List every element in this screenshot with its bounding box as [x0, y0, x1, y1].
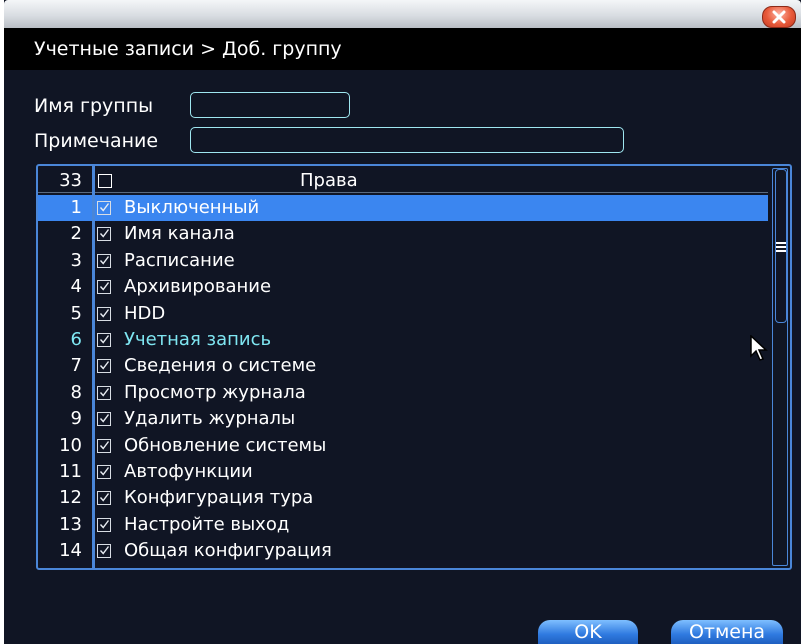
permission-row[interactable]: 2 Имя канала — [38, 221, 768, 247]
permission-row-number: 8 — [70, 381, 82, 403]
checkmark-icon — [99, 387, 110, 397]
permission-checkbox[interactable] — [97, 385, 111, 400]
permission-checkbox[interactable] — [97, 517, 111, 532]
permission-label: Выключенный — [124, 197, 260, 218]
permission-checkbox[interactable] — [97, 280, 111, 295]
permission-label: Удалить журналы — [124, 408, 296, 430]
permission-label: Просмотр журнала — [124, 381, 306, 403]
group-name-input[interactable] — [190, 92, 350, 118]
scrollbar-thumb[interactable] — [775, 169, 787, 323]
permission-row-number: 2 — [70, 223, 82, 245]
window-titlebar[interactable] — [4, 0, 801, 28]
permission-row[interactable]: 6 Учетная запись — [38, 327, 768, 353]
add-group-dialog: Учетные записи > Доб. группу Имя группы … — [4, 0, 801, 644]
permission-row-number: 13 — [59, 513, 82, 535]
close-button[interactable] — [762, 6, 796, 28]
permission-row[interactable]: 9 Удалить журналы — [38, 406, 768, 432]
permission-row[interactable]: 13 Настройте выход — [38, 512, 768, 538]
permission-row[interactable]: 5 HDD — [38, 301, 768, 327]
checkmark-icon — [99, 440, 110, 450]
permission-label: Архивирование — [124, 276, 272, 298]
close-icon — [772, 10, 786, 24]
permission-label: HDD — [124, 302, 166, 324]
permission-row[interactable]: 1 Выключенный — [38, 195, 768, 221]
checkmark-icon — [99, 546, 110, 555]
permission-row[interactable]: 11 Автофункции — [38, 459, 768, 485]
permission-checkbox[interactable] — [97, 544, 111, 559]
permission-row[interactable]: 10 Обновление системы — [38, 433, 768, 459]
permission-row-number: 5 — [70, 302, 82, 324]
permission-checkbox[interactable] — [97, 465, 111, 479]
permissions-count: 33 — [59, 170, 82, 191]
checkmark-icon — [99, 493, 110, 502]
permission-row-number: 6 — [70, 329, 82, 350]
checkmark-icon — [99, 282, 110, 291]
permission-checkbox[interactable] — [97, 359, 111, 374]
permission-label: Обновление системы — [124, 434, 327, 456]
permission-row-number: 12 — [59, 487, 82, 509]
column-divider — [92, 166, 95, 568]
permission-checkbox[interactable] — [97, 438, 111, 453]
dialog-header: Учетные записи > Доб. группу — [4, 28, 801, 70]
checkmark-icon — [99, 467, 110, 476]
permissions-list: 33 Права 1 Выключенный 2 Имя канала 3 Расписа… — [36, 164, 792, 570]
permission-label: Учетная запись — [124, 329, 272, 350]
permission-row[interactable]: 3 Расписание — [38, 248, 768, 274]
checkmark-icon — [99, 361, 110, 370]
checkmark-icon — [99, 335, 110, 344]
permissions-list-header: 33 Права — [38, 169, 768, 193]
permission-checkbox[interactable] — [97, 253, 111, 268]
select-all-checkbox[interactable] — [98, 174, 112, 188]
checkmark-icon — [99, 414, 110, 423]
permission-row-number: 9 — [70, 408, 82, 430]
note-input[interactable] — [190, 127, 624, 153]
permission-row[interactable]: 7 Сведения о системе — [38, 353, 768, 379]
checkmark-icon — [99, 308, 110, 318]
permissions-column-header: Права — [300, 170, 358, 191]
permission-label: Сведения о системе — [124, 355, 317, 377]
checkmark-icon — [99, 519, 110, 529]
permission-row-number: 1 — [70, 197, 82, 218]
grip-icon — [776, 242, 786, 254]
permission-checkbox[interactable] — [97, 333, 111, 347]
note-label: Примечание — [34, 130, 159, 152]
permission-label: Конфигурация тура — [124, 487, 314, 509]
permission-row[interactable]: 8 Просмотр журнала — [38, 380, 768, 406]
checkmark-icon — [99, 229, 110, 238]
group-name-label: Имя группы — [34, 95, 154, 117]
permission-label: Имя канала — [124, 223, 235, 245]
scrollbar[interactable] — [772, 168, 788, 566]
permission-checkbox[interactable] — [97, 491, 111, 506]
permission-row-number: 7 — [70, 355, 82, 377]
permission-row-number: 10 — [59, 434, 82, 456]
cancel-button[interactable]: Отмена — [671, 620, 783, 644]
permission-row[interactable]: 12 Конфигурация тура — [38, 485, 768, 511]
permission-label: Общая конфигурация — [124, 540, 332, 562]
permission-checkbox[interactable] — [97, 306, 111, 321]
permission-row[interactable]: 14 Общая конфигурация — [38, 538, 768, 564]
permission-row-number: 14 — [59, 540, 82, 562]
permission-label: Настройте выход — [124, 513, 290, 535]
permission-checkbox[interactable] — [97, 412, 111, 427]
permission-row-number: 11 — [59, 461, 82, 482]
permission-row[interactable]: 4 Архивирование — [38, 274, 768, 300]
checkmark-icon — [99, 203, 110, 212]
permission-label: Расписание — [124, 249, 235, 271]
mouse-cursor-icon — [750, 335, 768, 361]
checkmark-icon — [99, 255, 110, 265]
permission-row-number: 4 — [70, 276, 82, 298]
permission-checkbox[interactable] — [97, 227, 111, 242]
permission-checkbox[interactable] — [97, 201, 111, 215]
permission-label: Автофункции — [124, 461, 253, 482]
ok-button[interactable]: OK — [538, 620, 638, 644]
permission-row-number: 3 — [70, 249, 82, 271]
dialog-title: Учетные записи > Доб. группу — [34, 38, 342, 60]
